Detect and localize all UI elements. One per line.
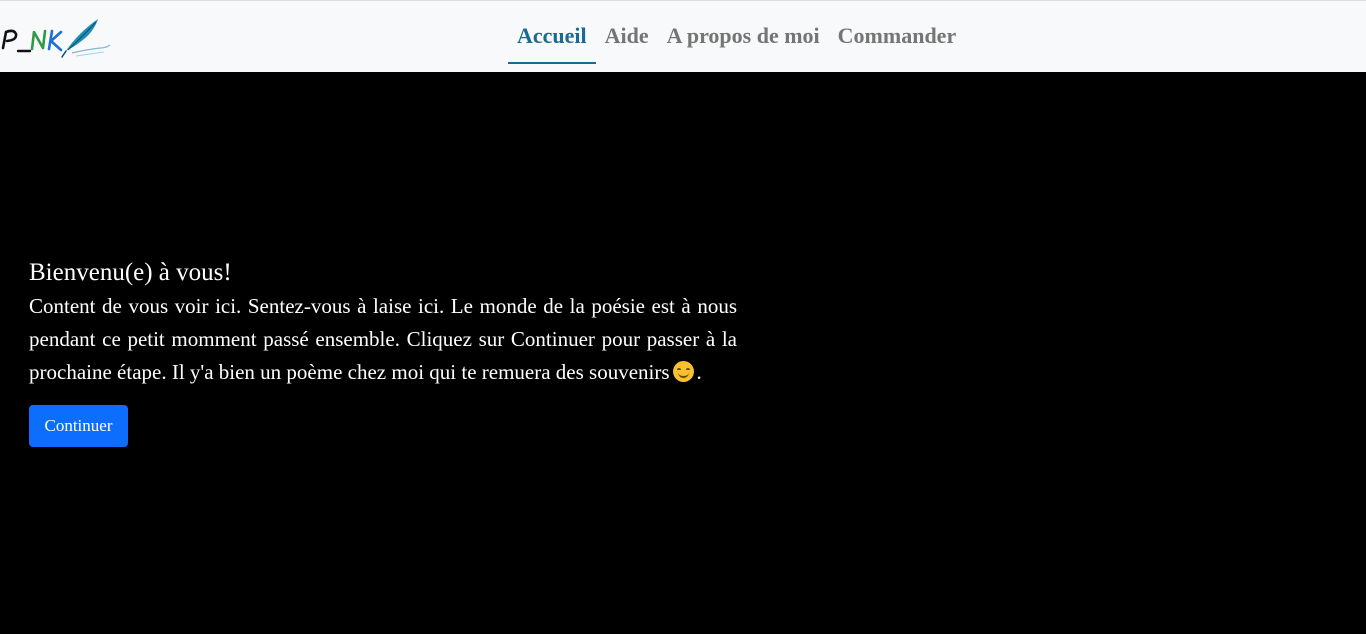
nav-link-commander[interactable]: Commander <box>829 1 966 64</box>
nav-link-accueil[interactable]: Accueil <box>508 1 596 64</box>
nav-link-aide[interactable]: Aide <box>596 1 658 64</box>
navbar: Accueil Aide A propos de moi Commander <box>0 0 1366 72</box>
brand-logo[interactable] <box>0 15 112 61</box>
continue-button[interactable]: Continuer <box>29 405 128 447</box>
welcome-text: Content de vous voir ici. Sentez-vous à … <box>29 290 737 389</box>
smiling-face-icon <box>672 361 694 382</box>
welcome-text-end: . <box>696 360 702 384</box>
welcome-section: Bienvenu(e) à vous! Content de vous voir… <box>29 256 737 447</box>
nav-link-a-propos[interactable]: A propos de moi <box>658 1 829 64</box>
welcome-text-body: Content de vous voir ici. Sentez-vous à … <box>29 294 737 384</box>
main-nav: Accueil Aide A propos de moi Commander <box>508 1 965 73</box>
welcome-title: Bienvenu(e) à vous! <box>29 259 232 286</box>
